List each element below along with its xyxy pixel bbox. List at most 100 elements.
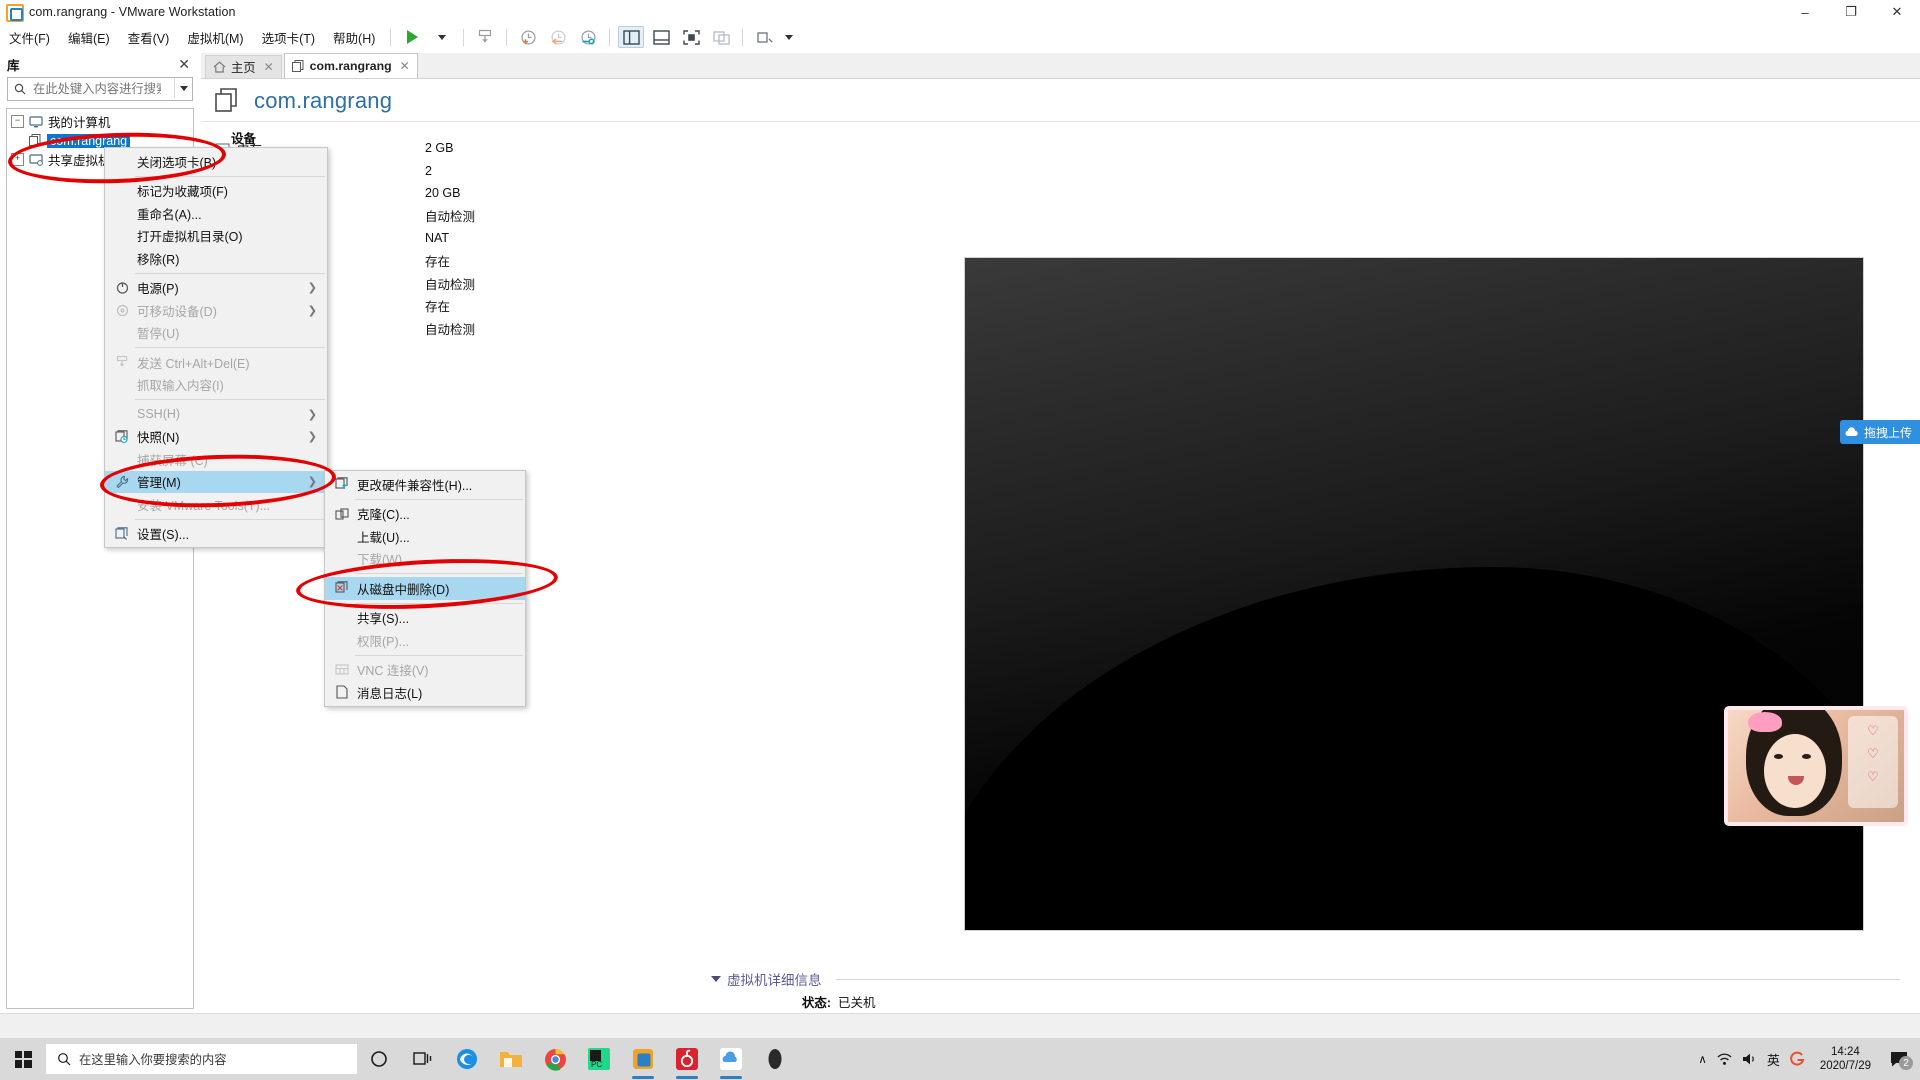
collapse-arrow-icon[interactable] [711, 976, 721, 982]
search-dropdown-button[interactable] [174, 78, 192, 98]
ctx-remove[interactable]: 移除(R) [105, 247, 327, 270]
menu-view[interactable]: 查看(V) [119, 25, 179, 50]
tree-label: com.rangrang [47, 133, 131, 148]
tab-close-icon[interactable]: ✕ [400, 59, 410, 73]
baidu-netdisk-icon[interactable] [709, 1038, 753, 1080]
tray-overflow-icon[interactable]: ∧ [1698, 1052, 1706, 1066]
power-icon [111, 281, 133, 294]
sub-message-log[interactable]: 消息日志(L) [325, 681, 525, 704]
sogou-icon[interactable] [1789, 1051, 1805, 1067]
ctx-power[interactable]: 电源(P) ❯ [105, 277, 327, 300]
drag-upload-widget[interactable]: 拖拽上传 [1839, 420, 1920, 444]
ctx-mark-favorite[interactable]: 标记为收藏项(F) [105, 180, 327, 203]
netease-music-icon[interactable] [665, 1038, 709, 1080]
tree-item-my-computer[interactable]: − 我的计算机 [7, 112, 193, 131]
tab-com-rangrang[interactable]: com.rangrang ✕ [283, 53, 418, 78]
maximize-button[interactable]: ❐ [1828, 0, 1874, 24]
ctx-label: 电源(P) [137, 282, 179, 297]
app-icon[interactable] [753, 1038, 797, 1080]
preferences-button[interactable] [751, 26, 777, 48]
ctx-open-vm-directory[interactable]: 打开虚拟机目录(O) [105, 225, 327, 248]
show-thumbnail-bar-button[interactable] [648, 26, 674, 48]
menu-vm[interactable]: 虚拟机(M) [178, 25, 252, 50]
task-view-icon[interactable] [401, 1038, 445, 1080]
menu-bar: 文件(F) 编辑(E) 查看(V) 虚拟机(M) 选项卡(T) 帮助(H) [0, 24, 1920, 50]
power-on-button[interactable] [399, 26, 425, 48]
svg-text:PC: PC [591, 1060, 602, 1069]
menu-separator [355, 498, 523, 500]
library-panel-icon [623, 29, 640, 45]
manage-submenu[interactable]: 更改硬件兼容性(H)... 克隆(C)... 上载(U)... 下载(W)...… [324, 470, 526, 707]
vmware-workstation-window: com.rangrang - VMware Workstation – ❐ ✕ … [0, 0, 1920, 1080]
home-icon [213, 61, 226, 73]
library-search[interactable] [7, 77, 193, 101]
device-value: 2 GB [425, 141, 454, 156]
tab-close-icon[interactable]: ✕ [264, 60, 274, 74]
notification-badge: 2 [1899, 1056, 1913, 1070]
speaker-icon[interactable] [1742, 1052, 1758, 1066]
sub-share[interactable]: 共享(S)... [325, 607, 525, 630]
send-ctrl-alt-del-button[interactable] [472, 26, 498, 48]
photo-eye-right [1802, 754, 1811, 759]
take-snapshot-button[interactable] [515, 26, 541, 48]
ctx-install-vmware-tools: 安装 VMware Tools(T)... [105, 493, 327, 516]
action-center-button[interactable]: 2 [1886, 1046, 1913, 1072]
ctx-label: 关闭选项卡(B) [137, 155, 217, 170]
unity-mode-button[interactable] [708, 26, 734, 48]
sub-delete-from-disk[interactable]: 从磁盘中删除(D) [325, 577, 525, 600]
ctx-ssh: SSH(H) ❯ [105, 403, 327, 426]
vm-preview-screen[interactable] [964, 257, 1864, 931]
pycharm-icon[interactable]: PC [577, 1038, 621, 1080]
window-title: com.rangrang - VMware Workstation [29, 5, 236, 19]
ctx-snapshot[interactable]: 快照(N) ❯ [105, 426, 327, 449]
details-header[interactable]: 虚拟机详细信息 [711, 969, 1900, 989]
show-library-button[interactable] [618, 26, 645, 48]
menu-edit[interactable]: 编辑(E) [59, 25, 119, 50]
fullscreen-button[interactable] [678, 26, 704, 48]
start-button[interactable] [0, 1038, 46, 1080]
ctx-settings[interactable]: 设置(S)... [105, 523, 327, 546]
search-input[interactable] [31, 81, 163, 97]
snapshot-manager-button[interactable] [575, 26, 601, 48]
tree-expander-icon[interactable]: + [11, 153, 24, 166]
vm-context-menu[interactable]: 关闭选项卡(B) 标记为收藏项(F) 重命名(A)... 打开虚拟机目录(O) … [104, 147, 328, 548]
file-explorer-icon[interactable] [489, 1038, 533, 1080]
taskbar-clock[interactable]: 14:24 2020/7/29 [1814, 1045, 1877, 1073]
ctx-label: 标记为收藏项(F) [137, 185, 228, 200]
ime-indicator[interactable]: 英 [1767, 1050, 1780, 1069]
ctx-close-tab[interactable]: 关闭选项卡(B) [105, 150, 327, 173]
sub-clone[interactable]: 克隆(C)... [325, 503, 525, 526]
tab-home[interactable]: 主页 ✕ [205, 55, 282, 78]
edge-icon[interactable] [445, 1038, 489, 1080]
ctx-manage[interactable]: 管理(M) ❯ [105, 470, 327, 493]
library-close-icon[interactable]: ✕ [172, 56, 196, 73]
close-button[interactable]: ✕ [1874, 0, 1920, 24]
wifi-icon[interactable] [1716, 1052, 1733, 1066]
wrench-icon [111, 475, 133, 489]
toolbar-overflow-chevron-icon[interactable] [785, 34, 794, 40]
cortana-icon[interactable] [357, 1038, 401, 1080]
vmware-logo-icon [6, 4, 24, 22]
menu-file[interactable]: 文件(F) [0, 25, 59, 50]
taskbar-search[interactable]: 在这里输入你要搜索的内容 [46, 1044, 357, 1074]
chrome-icon[interactable] [533, 1038, 577, 1080]
power-dropdown-button[interactable] [429, 26, 455, 48]
chevron-down-icon [438, 34, 447, 40]
device-value: 2 [425, 163, 432, 178]
device-value: 自动检测 [425, 210, 476, 225]
window-controls: – ❐ ✕ [1782, 0, 1920, 24]
menu-help[interactable]: 帮助(H) [324, 25, 384, 50]
sub-change-hardware-compatibility[interactable]: 更改硬件兼容性(H)... [325, 473, 525, 496]
tree-label: 共享虚拟机 [48, 154, 111, 168]
vmware-icon[interactable] [621, 1038, 665, 1080]
tree-expander-icon[interactable]: − [11, 115, 24, 128]
menu-tabs[interactable]: 选项卡(T) [253, 25, 324, 50]
ctx-rename[interactable]: 重命名(A)... [105, 202, 327, 225]
unity-icon [713, 30, 730, 45]
minimize-button[interactable]: – [1782, 0, 1828, 24]
submenu-label: VNC 连接(V) [357, 664, 429, 679]
revert-snapshot-button[interactable] [545, 26, 571, 48]
taskbar: 在这里输入你要搜索的内容 PC ∧ 英 14:24 2020/7/29 2 [0, 1038, 1920, 1080]
photo-eye-left [1774, 754, 1783, 759]
sub-upload[interactable]: 上载(U)... [325, 525, 525, 548]
